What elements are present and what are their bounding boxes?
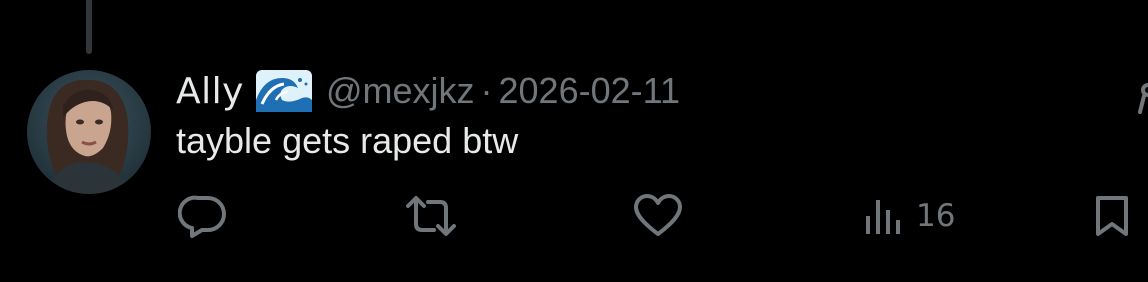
water-wave-icon	[255, 70, 312, 112]
views-button[interactable]: 16	[862, 192, 955, 240]
tweet-text: tayble gets raped btw	[176, 120, 519, 161]
header-separator: ·	[480, 70, 493, 111]
reply-button[interactable]	[178, 192, 228, 240]
tweet-header: Ally @mexjkz · 2026-02-11	[176, 66, 680, 116]
more-options-icon[interactable]	[1134, 78, 1148, 118]
avatar[interactable]	[27, 70, 151, 194]
like-button[interactable]	[632, 192, 684, 240]
tweet-date[interactable]: 2026-02-11	[499, 70, 680, 112]
repost-arrows-icon	[402, 192, 460, 240]
thread-connector-line	[86, 0, 92, 54]
views-count: 16	[916, 198, 956, 234]
bar-chart-icon	[862, 192, 906, 240]
repost-button[interactable]	[402, 192, 460, 240]
author-handle[interactable]: @mexjkz	[326, 70, 475, 112]
author-display-name[interactable]: Ally	[176, 71, 244, 112]
bookmark-button[interactable]	[1090, 192, 1134, 240]
speech-bubble-icon	[178, 192, 228, 240]
heart-icon	[632, 192, 684, 240]
bookmark-icon	[1090, 192, 1134, 240]
avatar-image	[27, 70, 151, 194]
